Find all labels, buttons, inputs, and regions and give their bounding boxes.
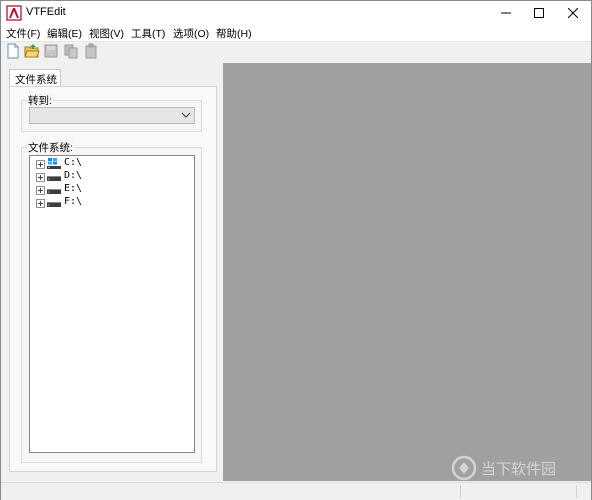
goto-combobox[interactable] xyxy=(29,107,195,124)
filesystem-group-label: 文件系统: xyxy=(27,140,74,155)
expand-icon[interactable] xyxy=(36,173,45,182)
menu-edit[interactable]: 编辑(E) xyxy=(47,26,82,41)
hard-drive-icon xyxy=(47,176,61,181)
title-bar: VTFEdit xyxy=(1,1,591,25)
hard-drive-icon xyxy=(47,202,61,207)
menu-tools[interactable]: 工具(T) xyxy=(131,26,165,41)
watermark-logo: 当下软件园 xyxy=(451,455,556,481)
toolbar xyxy=(1,42,591,60)
maximize-icon xyxy=(534,8,544,18)
menu-file[interactable]: 文件(F) xyxy=(6,26,40,41)
menu-bar: 文件(F) 编辑(E) 视图(V) 工具(T) 选项(O) 帮助(H) xyxy=(1,25,591,42)
new-file-icon[interactable] xyxy=(5,43,21,59)
expand-icon[interactable] xyxy=(36,199,45,208)
expand-icon[interactable] xyxy=(36,186,45,195)
hard-drive-icon xyxy=(47,189,61,194)
tree-item-label: E:\ xyxy=(64,183,83,194)
paste-icon[interactable] xyxy=(83,43,99,59)
copy-icon[interactable] xyxy=(63,43,79,59)
tree-item-label: D:\ xyxy=(64,170,83,181)
system-drive-icon xyxy=(47,158,61,169)
app-window: VTFEdit 文件(F) 编辑(E) 视图(V) 工具(T) 选项(O) 帮助… xyxy=(0,0,592,500)
filesystem-tree[interactable]: C:\ D:\ E:\ F:\ xyxy=(29,155,195,453)
watermark-text: 当下软件园 xyxy=(481,460,556,478)
menu-options[interactable]: 选项(O) xyxy=(173,26,209,41)
image-viewport[interactable] xyxy=(223,63,591,481)
tab-filesystem[interactable]: 文件系统 xyxy=(9,69,61,87)
close-button[interactable] xyxy=(556,1,590,25)
open-folder-icon[interactable] xyxy=(24,43,40,59)
window-title: VTFEdit xyxy=(26,6,66,18)
status-separator xyxy=(576,485,577,498)
menu-help[interactable]: 帮助(H) xyxy=(216,26,252,41)
menu-view[interactable]: 视图(V) xyxy=(89,26,124,41)
expand-icon[interactable] xyxy=(36,160,45,169)
minimize-icon xyxy=(501,12,511,14)
maximize-button[interactable] xyxy=(522,1,556,25)
status-separator xyxy=(460,485,461,498)
minimize-button[interactable] xyxy=(489,1,523,25)
close-icon xyxy=(568,8,578,18)
save-icon[interactable] xyxy=(43,43,59,59)
vtfedit-app-icon xyxy=(6,5,22,21)
tree-item-label: C:\ xyxy=(64,157,83,168)
tree-item-label: F:\ xyxy=(64,196,83,207)
goto-group-label: 转到: xyxy=(27,93,53,108)
tab-filesystem-label: 文件系统 xyxy=(15,74,57,86)
chevron-down-icon xyxy=(181,112,191,118)
